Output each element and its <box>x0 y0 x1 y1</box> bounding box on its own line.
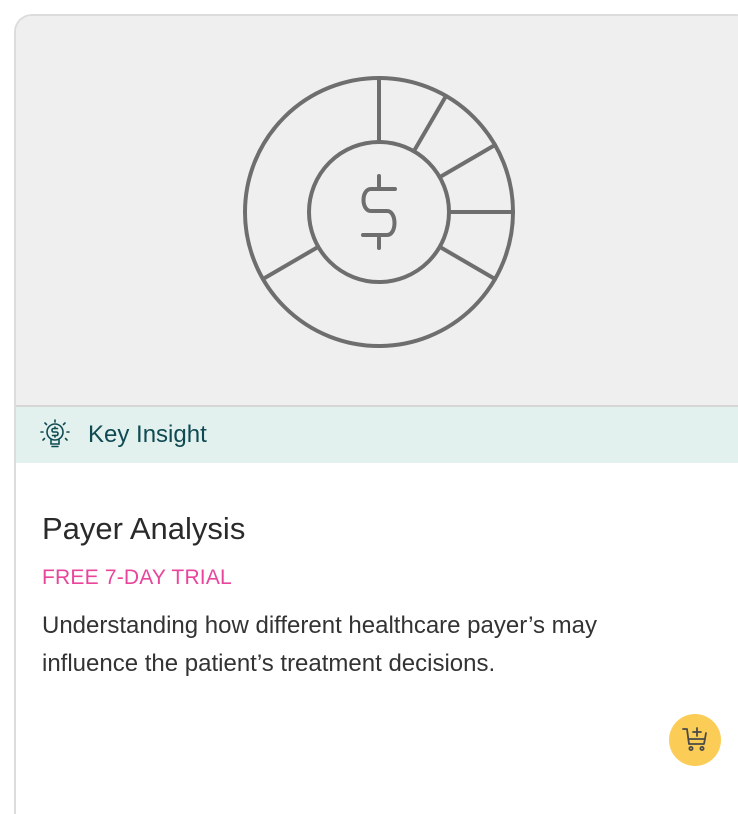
card-title[interactable]: Payer Analysis <box>42 511 245 547</box>
key-insight-label: Key Insight <box>88 421 207 448</box>
card-description: Understanding how different healthcare p… <box>42 612 597 677</box>
card-hero-image <box>16 16 738 406</box>
dollar-pie-chart-icon <box>243 76 515 348</box>
add-to-cart-button[interactable] <box>669 714 721 766</box>
lightbulb-dollar-icon <box>39 419 71 451</box>
add-to-cart-icon <box>680 724 710 757</box>
free-trial-label: FREE 7-DAY TRIAL <box>42 566 232 589</box>
key-insight-banner: Key Insight <box>16 407 738 463</box>
product-card[interactable]: Key Insight Payer Analysis FREE 7-DAY TR… <box>14 14 738 814</box>
